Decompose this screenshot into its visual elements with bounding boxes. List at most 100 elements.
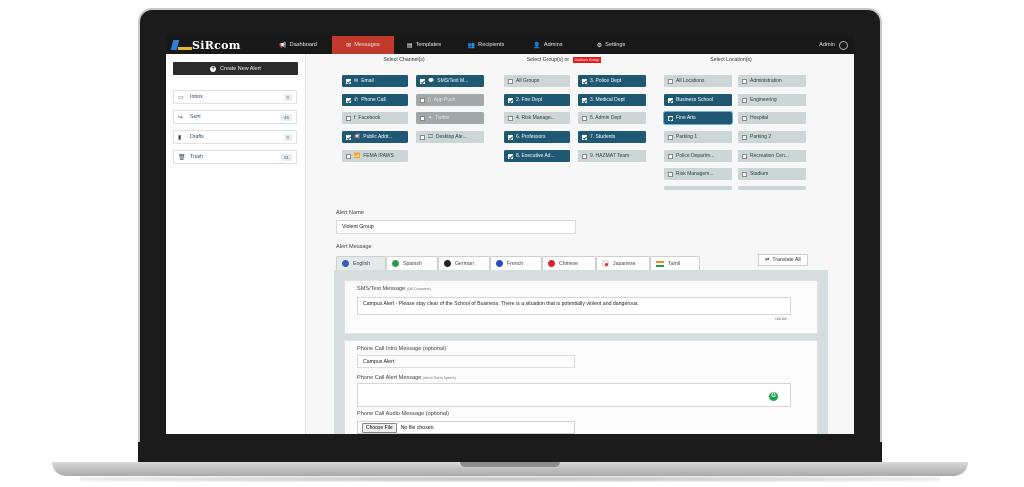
channel-label: SMS/Text M...	[437, 78, 469, 84]
megaphone-icon: 📢	[354, 134, 361, 140]
avatar-icon	[839, 40, 848, 50]
tab-tamil[interactable]: Tamil	[650, 256, 700, 270]
location-risk-management[interactable]: Risk Managem...	[664, 168, 732, 180]
checkbox-unchecked	[420, 97, 425, 103]
checkbox-checked	[582, 97, 587, 103]
template-icon: ▤	[406, 42, 413, 49]
nav-recipients[interactable]: 👥 Recipients	[454, 36, 518, 54]
checkbox-unchecked	[668, 115, 673, 121]
file-status: No file chosen	[400, 424, 434, 431]
group-risk[interactable]: 4. Risk Manage...	[504, 112, 570, 124]
checkbox-unchecked	[742, 78, 747, 84]
nav-settings[interactable]: ⚙ Settings	[578, 36, 644, 54]
folder-label: Inbox	[190, 94, 203, 100]
share-arrow-icon: ↪	[178, 114, 184, 121]
tab-chinese[interactable]: Chinese	[542, 256, 596, 270]
app-screen: SiRcom 📢 Dashboard ✉ Messages ▤ Template…	[166, 36, 854, 434]
channel-desktop-alert[interactable]: 🖵 Desktop Ale...	[416, 131, 484, 143]
folder-trash[interactable]: 🗑 Trash 51	[173, 150, 297, 164]
location-engineering[interactable]: Engineering	[738, 94, 806, 106]
channels-heading: Select Channel(s)	[383, 57, 425, 63]
location-administration[interactable]: Administration	[738, 75, 806, 87]
location-stadium[interactable]: Stadium	[738, 168, 806, 180]
india-flag-icon	[656, 260, 664, 267]
sms-textarea[interactable]: Campus Alert - Please stay clear of the …	[357, 297, 791, 315]
alert-name-input[interactable]: Violent Group	[336, 220, 576, 234]
location-label: Administration	[750, 78, 782, 84]
location-business-school[interactable]: Business School	[664, 94, 732, 106]
channel-app-push[interactable]: ▯ App Push	[416, 94, 484, 106]
location-label: Business School	[676, 97, 713, 103]
location-recreation-center[interactable]: Recreation Cen...	[738, 150, 806, 162]
location-all[interactable]: All Locations	[664, 75, 732, 87]
channel-fema-ipaws[interactable]: 📶 FEMA IPAWS	[342, 150, 408, 162]
logo-text: SiRcom	[192, 38, 241, 52]
nav-admins[interactable]: 👤 Admins	[518, 36, 578, 54]
location-parking-2[interactable]: Parking 2	[738, 131, 806, 143]
group-hazmat[interactable]: 9. HAZMAT Team	[578, 150, 646, 162]
folder-inbox[interactable]: ▭ Inbox 0	[173, 90, 297, 104]
group-fire[interactable]: 2. Fire Dept	[504, 94, 570, 106]
location-label: Engineering	[750, 97, 777, 103]
phone-alert-textarea[interactable]	[357, 383, 791, 407]
group-professors[interactable]: 6. Professors	[504, 131, 570, 143]
nav-templates[interactable]: ▤ Templates	[394, 36, 454, 54]
twitter-icon: ✦	[428, 115, 433, 121]
custom-group-button[interactable]: Custom Group	[572, 57, 602, 63]
location-label: Recreation Cen...	[750, 153, 789, 159]
location-more[interactable]	[738, 186, 806, 190]
phone-card: Phone Call Intro Message (optional) Camp…	[344, 340, 818, 434]
phone-icon: ✆	[354, 97, 359, 103]
channel-sms[interactable]: 💬 SMS/Text M...	[416, 75, 484, 87]
nav-dashboard[interactable]: 📢 Dashboard	[264, 36, 332, 54]
inbox-icon: ▭	[178, 94, 184, 101]
laptop-shadow	[80, 476, 940, 482]
translate-all-label: Translate All	[772, 257, 801, 263]
channel-public-address[interactable]: 📢 Public Addr...	[342, 131, 408, 143]
location-label: Hospital	[750, 115, 769, 121]
channel-label: Email	[361, 78, 374, 84]
folder-sent[interactable]: ↪ Sent 46	[173, 110, 297, 124]
group-medical[interactable]: 3. Medical Dept	[578, 94, 646, 106]
group-executive[interactable]: 8. Executive Ad...	[504, 150, 570, 162]
location-fine-arts[interactable]: Fine Arts	[663, 111, 733, 125]
location-parking-1[interactable]: Parking 1	[664, 131, 732, 143]
group-all[interactable]: All Groups	[504, 75, 570, 87]
translate-all-button[interactable]: ⇄ Translate All	[758, 254, 808, 266]
nav-label: Admins	[543, 42, 563, 48]
channel-email[interactable]: ✉ Email	[342, 75, 408, 87]
sircom-logo[interactable]: SiRcom	[166, 36, 264, 54]
sidebar: + Create New Alert ▭ Inbox 0 ↪ Sent 46 ▮…	[166, 54, 306, 434]
create-alert-button[interactable]: + Create New Alert	[173, 62, 298, 75]
tab-french[interactable]: French	[490, 256, 542, 270]
audio-file-input[interactable]: Choose File No file chosen	[357, 421, 575, 434]
channel-phone-call[interactable]: ✆ Phone Call	[342, 94, 408, 106]
logo-mark-icon	[170, 39, 192, 51]
group-police[interactable]: 3. Police Dept	[578, 75, 646, 87]
tab-english[interactable]: English	[336, 256, 386, 270]
phone-intro-input[interactable]: Campus Alert	[357, 355, 575, 368]
nav-messages[interactable]: ✉ Messages	[332, 36, 394, 54]
channel-label: FEMA IPAWS	[363, 153, 394, 159]
location-more[interactable]	[664, 186, 732, 190]
folder-drafts[interactable]: ▮ Drafts 0	[173, 130, 297, 144]
grammarly-icon[interactable]: G	[769, 392, 778, 401]
tab-german[interactable]: German	[438, 256, 490, 270]
tab-spanish[interactable]: Spanish	[386, 256, 438, 270]
tab-japanese[interactable]: Japanese	[596, 256, 650, 270]
user-menu[interactable]: Admin	[819, 40, 854, 50]
phone-alert-label-text: Phone Call Alert Message	[357, 375, 422, 381]
chat-bubble-icon: ✉	[346, 42, 352, 49]
choose-file-button[interactable]: Choose File	[362, 422, 397, 433]
germany-flag-icon	[444, 260, 451, 267]
create-alert-label: Create New Alert	[220, 65, 261, 72]
group-students[interactable]: 7. Students	[578, 131, 646, 143]
channel-twitter[interactable]: ✦ Twitter	[416, 112, 484, 124]
checkbox-unchecked	[668, 171, 673, 177]
nav-label: Recipients	[478, 42, 505, 48]
location-hospital[interactable]: Hospital	[738, 112, 806, 124]
location-label: Fine Arts	[676, 115, 696, 121]
location-police-department[interactable]: Police Departm...	[664, 150, 732, 162]
channel-facebook[interactable]: f Facebook	[342, 112, 408, 124]
group-admin[interactable]: 5. Admin Dept	[578, 112, 646, 124]
